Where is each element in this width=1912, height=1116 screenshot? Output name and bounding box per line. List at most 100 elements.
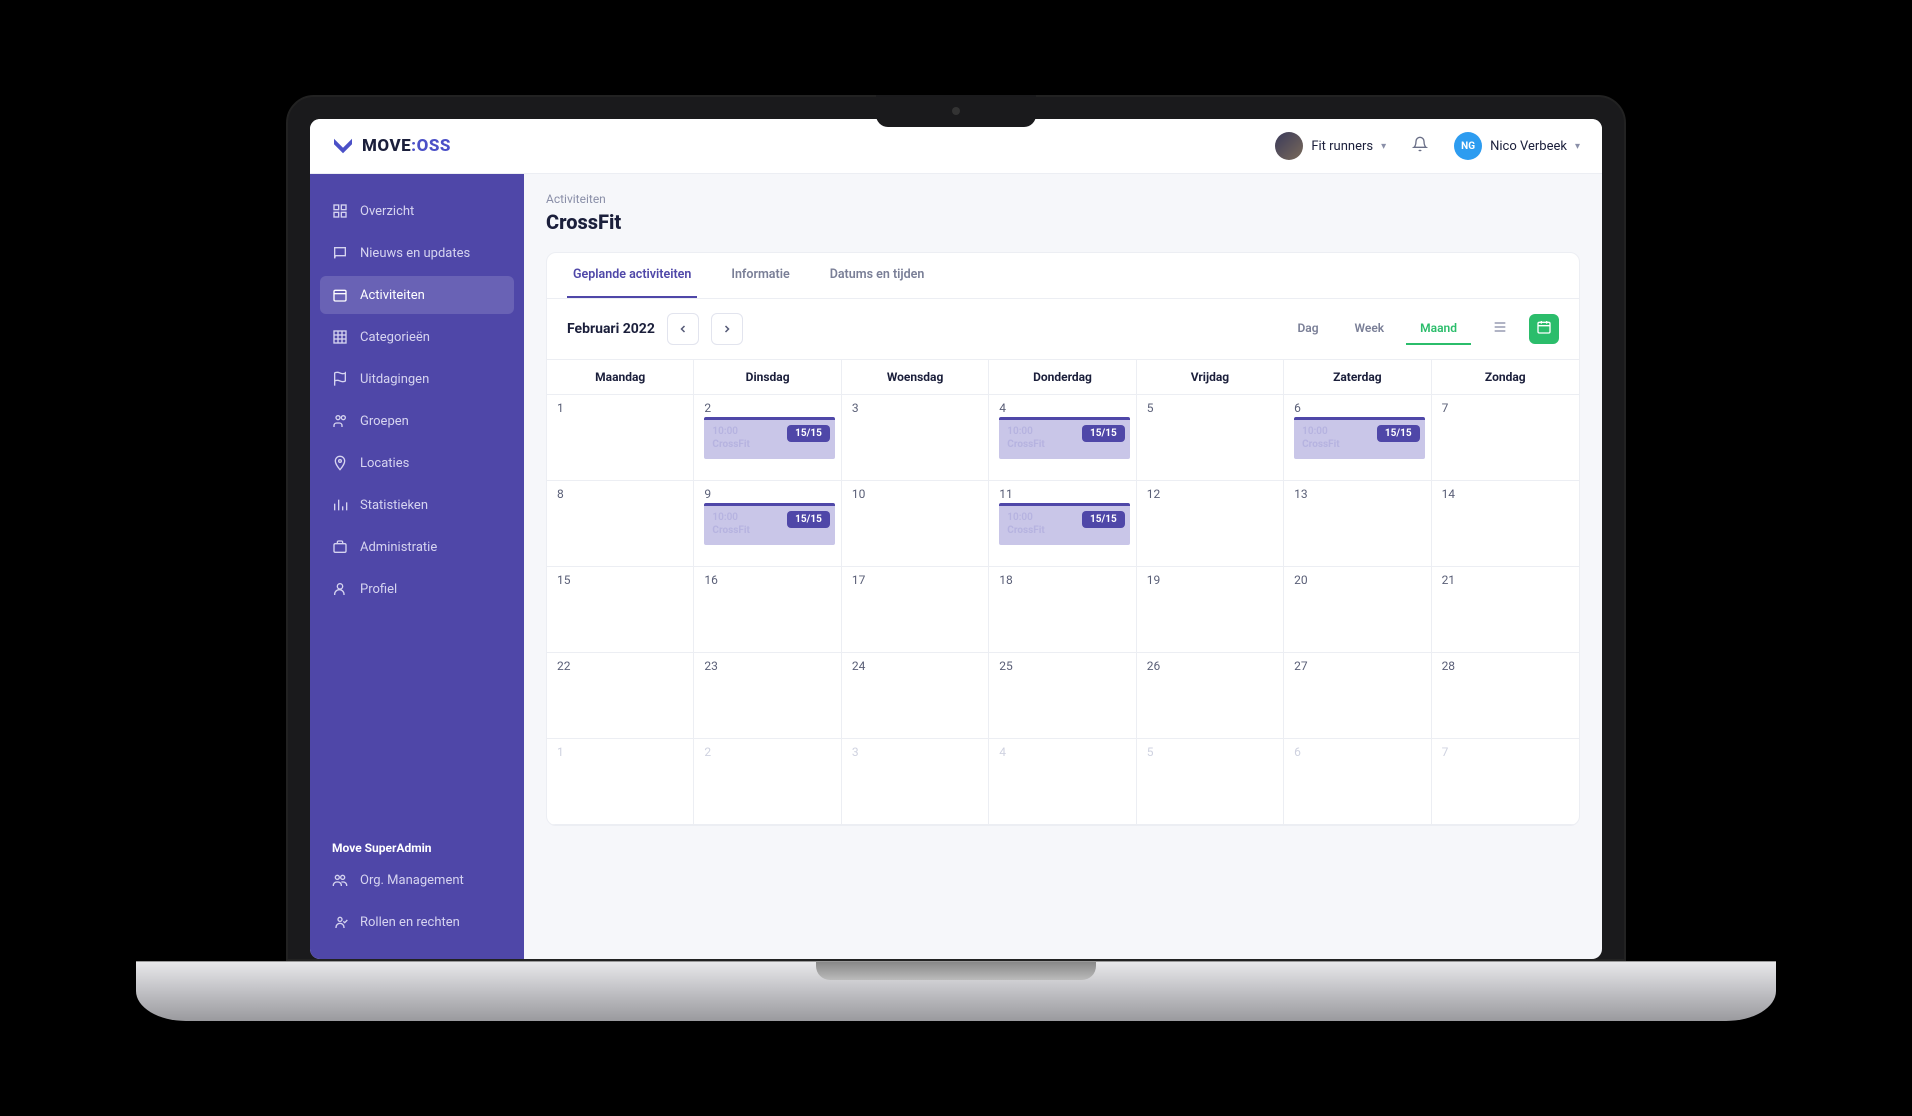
day-number: 22 — [557, 659, 687, 673]
org-avatar-icon — [1275, 132, 1303, 160]
calendar-cell[interactable]: 27 — [1284, 653, 1431, 739]
notifications-button[interactable] — [1404, 130, 1436, 162]
day-number: 18 — [999, 573, 1129, 587]
logo-mark-icon — [332, 137, 354, 155]
view-mode-week[interactable]: Week — [1341, 313, 1399, 345]
view-mode-dag[interactable]: Dag — [1283, 313, 1332, 345]
calendar-cell[interactable]: 2 — [694, 739, 841, 825]
sidebar-item-label: Activiteiten — [360, 288, 425, 303]
breadcrumb[interactable]: Activiteiten — [546, 192, 1580, 206]
calendar-cell[interactable]: 6 — [1284, 739, 1431, 825]
day-number: 10 — [852, 487, 982, 501]
bell-icon — [1412, 136, 1428, 156]
calendar-cell[interactable]: 26 — [1137, 653, 1284, 739]
calendar-cell[interactable]: 9 10:00CrossFit15/15 — [694, 481, 841, 567]
user-menu[interactable]: NG Nico Verbeek ▾ — [1454, 132, 1580, 160]
view-mode-maand[interactable]: Maand — [1406, 313, 1471, 345]
sidebar-item-activiteiten[interactable]: Activiteiten — [320, 276, 514, 314]
logo[interactable]: MOVE:OSS — [332, 136, 451, 156]
sidebar-item-groepen[interactable]: Groepen — [320, 402, 514, 440]
calendar-cell[interactable]: 13 — [1284, 481, 1431, 567]
sidebar-item-administratie[interactable]: Administratie — [320, 528, 514, 566]
sidebar-item-overzicht[interactable]: Overzicht — [320, 192, 514, 230]
sidebar-item-profiel[interactable]: Profiel — [320, 570, 514, 608]
sidebar-admin-item-org-management[interactable]: Org. Management — [320, 861, 514, 899]
next-month-button[interactable] — [711, 313, 743, 345]
calendar-cell[interactable]: 210:00CrossFit15/15 — [694, 395, 841, 481]
calendar-cell[interactable]: 23 — [694, 653, 841, 739]
calendar-cell[interactable]: 19 — [1137, 567, 1284, 653]
day-number: 9 — [704, 487, 834, 501]
calendar-cell[interactable]: 25 — [989, 653, 1136, 739]
tab-informatie[interactable]: Informatie — [725, 253, 795, 298]
day-number: 3 — [852, 401, 982, 415]
calendar-cell[interactable]: 610:00CrossFit15/15 — [1284, 395, 1431, 481]
calendar-event[interactable]: 10:00CrossFit15/15 — [999, 417, 1129, 459]
calendar-cell[interactable]: 10 — [842, 481, 989, 567]
calendar-cell[interactable]: 3 — [842, 739, 989, 825]
sidebar-item-locaties[interactable]: Locaties — [320, 444, 514, 482]
sidebar-item-uitdagingen[interactable]: Uitdagingen — [320, 360, 514, 398]
page-title: CrossFit — [546, 210, 1580, 234]
sidebar-item-label: Categorieën — [360, 330, 430, 345]
calendar-cell[interactable]: 15 — [547, 567, 694, 653]
sidebar-item-statistieken[interactable]: Statistieken — [320, 486, 514, 524]
calendar-cell[interactable]: 17 — [842, 567, 989, 653]
org-switcher[interactable]: Fit runners ▾ — [1275, 132, 1386, 160]
calendar-cell[interactable]: 4 — [989, 739, 1136, 825]
day-number: 7 — [1442, 401, 1573, 415]
calendar-cell[interactable]: 5 — [1137, 395, 1284, 481]
sidebar-admin-item-rollen-en-rechten[interactable]: Rollen en rechten — [320, 903, 514, 941]
day-number: 14 — [1442, 487, 1573, 501]
calendar-event[interactable]: 10:00CrossFit15/15 — [704, 503, 834, 545]
calendar-cell[interactable]: 21 — [1432, 567, 1579, 653]
content-tabs: Geplande activiteiten Informatie Datums en… — [547, 253, 1579, 299]
calendar-event[interactable]: 10:00CrossFit15/15 — [999, 503, 1129, 545]
chevron-left-icon — [677, 320, 689, 339]
calendar-cell[interactable]: 3 — [842, 395, 989, 481]
calendar-cell[interactable]: 18 — [989, 567, 1136, 653]
day-number: 4 — [999, 745, 1129, 759]
sidebar-item-label: Overzicht — [360, 204, 414, 219]
tab-datums-en-tijden[interactable]: Datums en tijden — [824, 253, 931, 298]
calendar-event[interactable]: 10:00CrossFit15/15 — [1294, 417, 1424, 459]
calendar-cell[interactable]: 1 — [547, 739, 694, 825]
calendar-event[interactable]: 10:00CrossFit15/15 — [704, 417, 834, 459]
sidebar-item-nieuws-en-updates[interactable]: Nieuws en updates — [320, 234, 514, 272]
calendar-view-toggle[interactable] — [1529, 314, 1559, 344]
calendar-icon — [332, 287, 348, 303]
day-header: Donderdag — [989, 360, 1136, 394]
calendar-cell[interactable]: 7 — [1432, 395, 1579, 481]
day-number: 1 — [557, 745, 687, 759]
day-header: Woensdag — [842, 360, 989, 394]
calendar-cell[interactable]: 5 — [1137, 739, 1284, 825]
sidebar-item-categorie-n[interactable]: Categorieën — [320, 318, 514, 356]
sidebar-admin-label: Move SuperAdmin — [320, 831, 514, 861]
calendar-cell[interactable]: 22 — [547, 653, 694, 739]
event-capacity-badge: 15/15 — [787, 425, 830, 442]
calendar-cell[interactable]: 4 10:00CrossFit15/15 — [989, 395, 1136, 481]
day-number: 16 — [704, 573, 834, 587]
day-number: 17 — [852, 573, 982, 587]
roles-icon — [332, 914, 348, 930]
calendar-cell[interactable]: 24 — [842, 653, 989, 739]
calendar-cell[interactable]: 14 — [1432, 481, 1579, 567]
calendar-cell[interactable]: 8 — [547, 481, 694, 567]
calendar-cell[interactable]: 28 — [1432, 653, 1579, 739]
day-number: 3 — [852, 745, 982, 759]
day-header: Maandag — [547, 360, 694, 394]
calendar-cell[interactable]: 7 — [1432, 739, 1579, 825]
calendar-cell[interactable]: 12 — [1137, 481, 1284, 567]
tab-geplande-activiteiten[interactable]: Geplande activiteiten — [567, 253, 697, 298]
list-view-toggle[interactable] — [1485, 314, 1515, 344]
day-number: 6 — [1294, 745, 1424, 759]
calendar-cell[interactable]: 20 — [1284, 567, 1431, 653]
prev-month-button[interactable] — [667, 313, 699, 345]
calendar-cell[interactable]: 1110:00CrossFit15/15 — [989, 481, 1136, 567]
sidebar-item-label: Locaties — [360, 456, 409, 471]
day-number: 4 — [999, 401, 1129, 415]
calendar-cell[interactable]: 16 — [694, 567, 841, 653]
calendar-icon — [1536, 319, 1552, 339]
calendar-cell[interactable]: 1 — [547, 395, 694, 481]
users-icon — [332, 413, 348, 429]
